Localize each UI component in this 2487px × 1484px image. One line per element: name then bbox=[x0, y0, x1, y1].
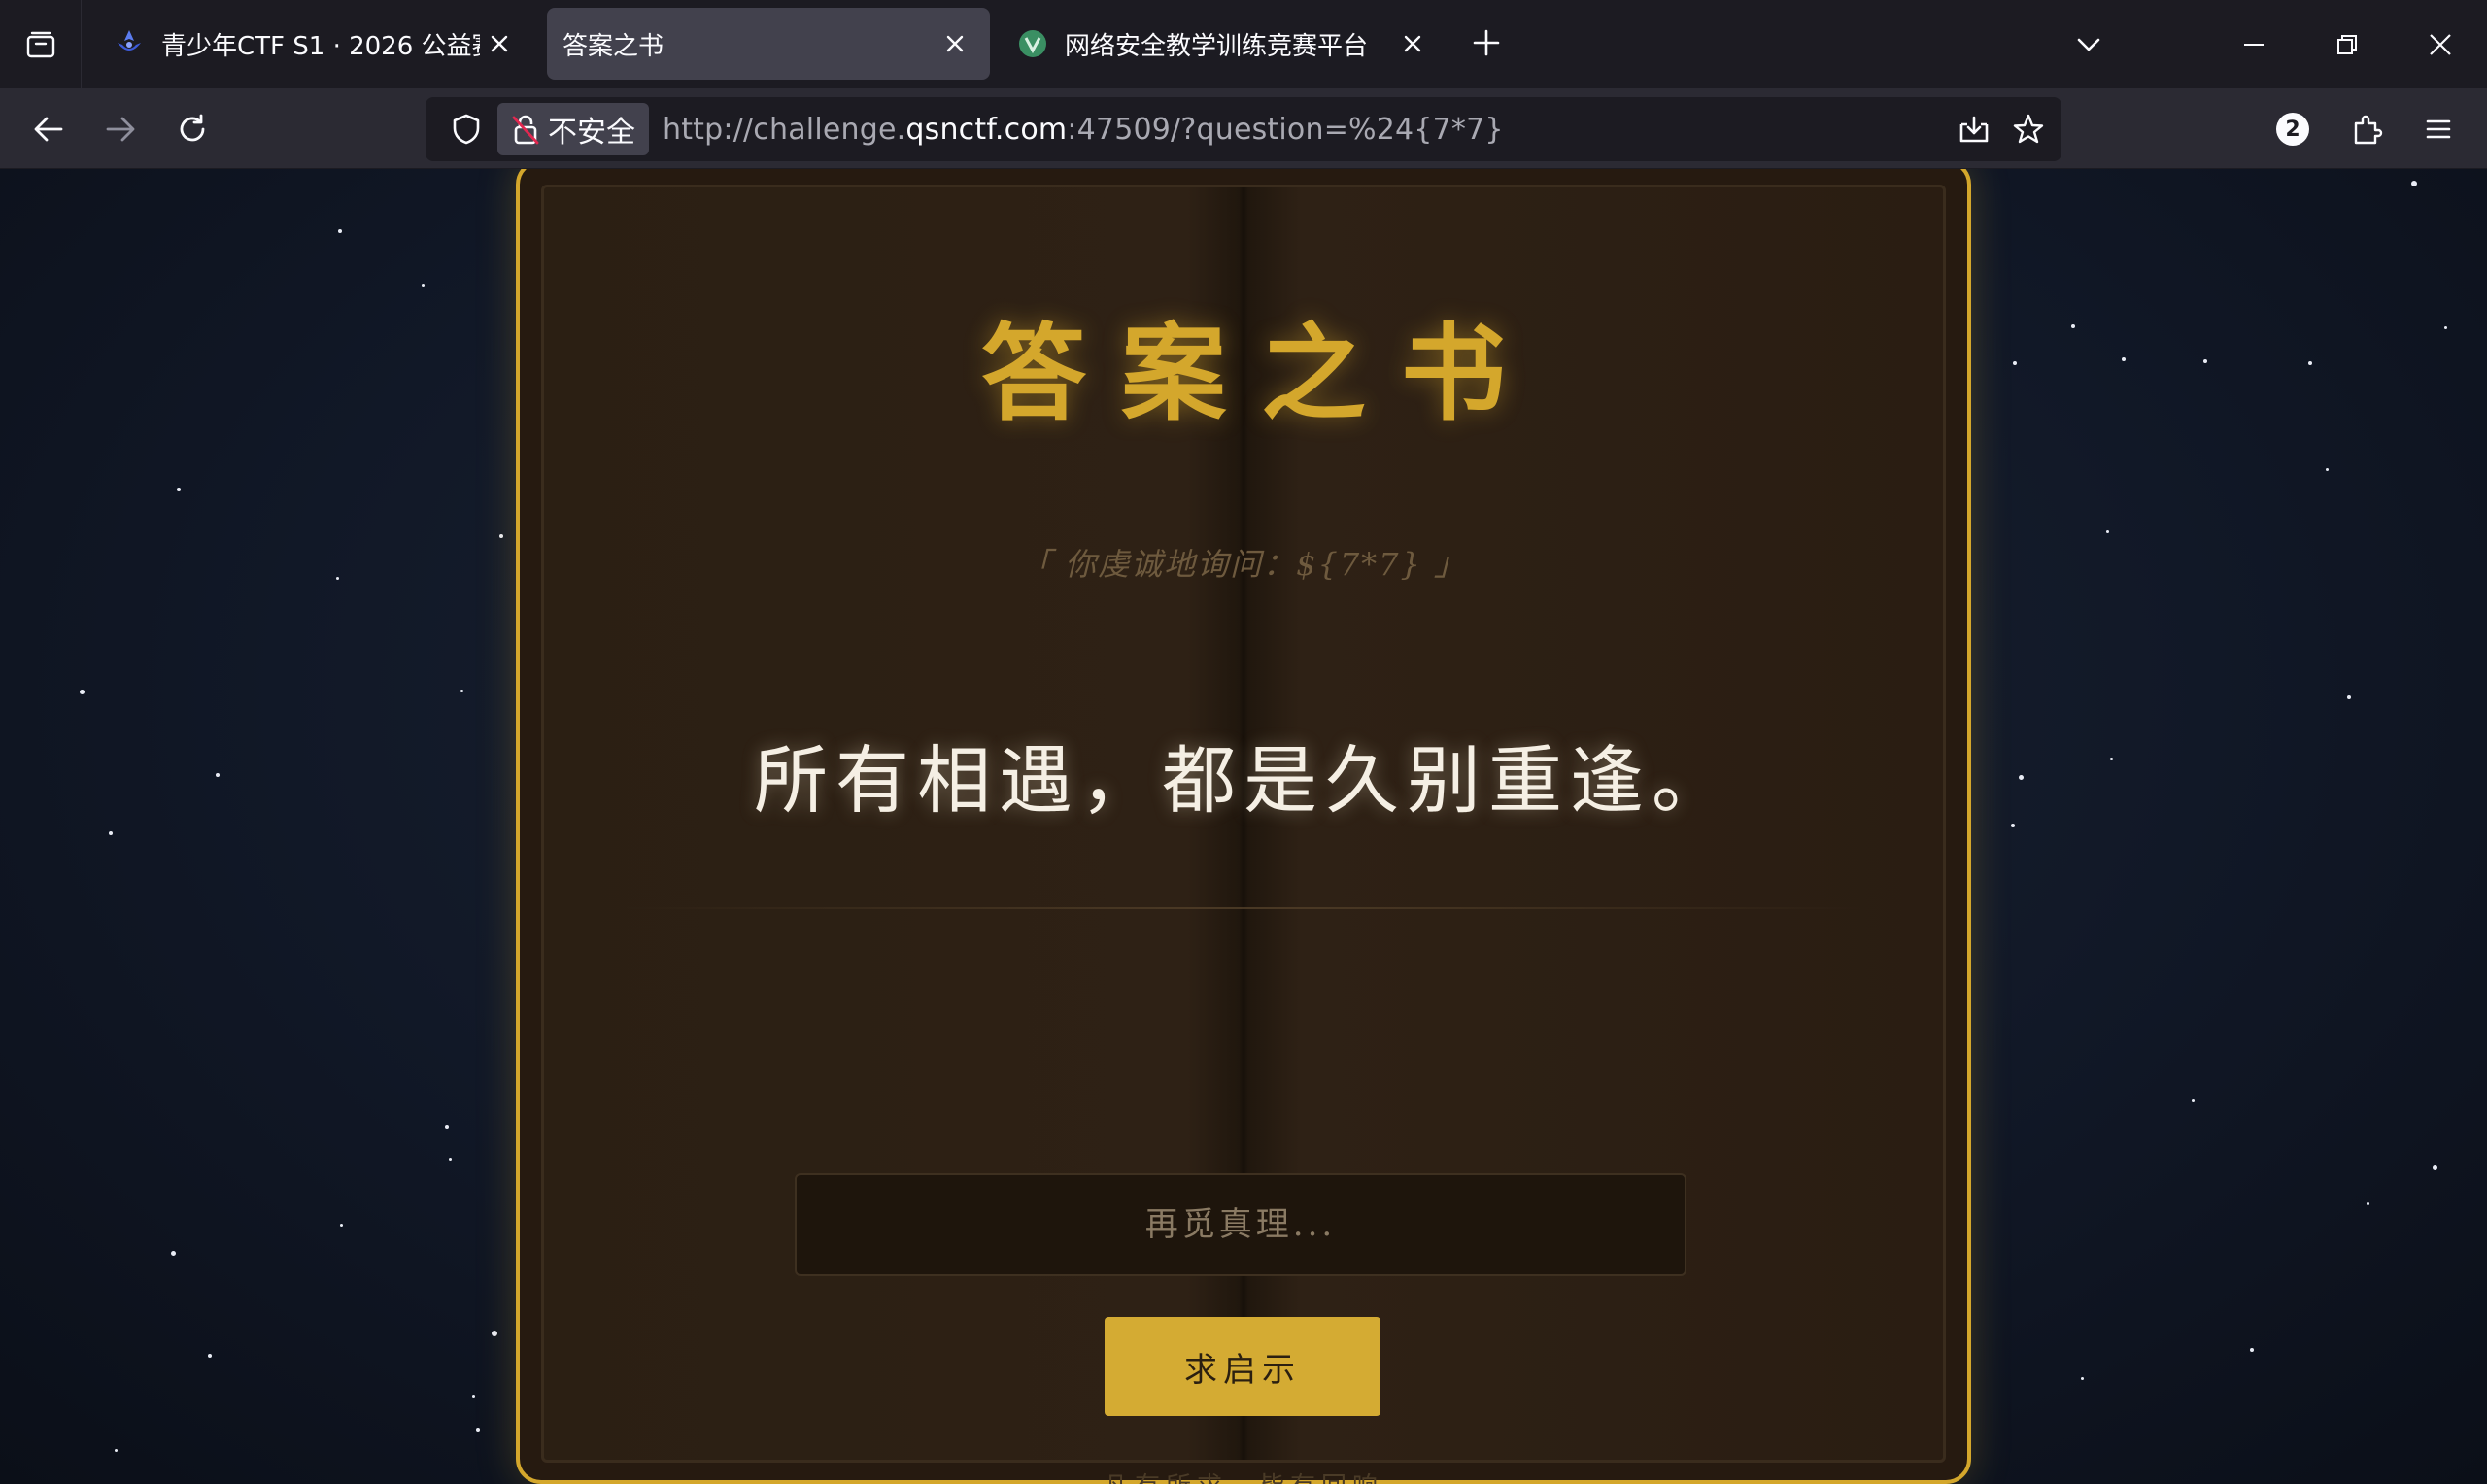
star-decoration bbox=[449, 1158, 452, 1161]
navigation-toolbar: 不安全 http://challenge.qsnctf.com:47509/?q… bbox=[0, 88, 2487, 169]
star-decoration bbox=[2071, 324, 2075, 328]
address-bar[interactable]: 不安全 http://challenge.qsnctf.com:47509/?q… bbox=[426, 97, 2061, 161]
download-tray-icon bbox=[1959, 116, 1989, 143]
question-input[interactable] bbox=[795, 1173, 1686, 1276]
not-secure-label: 不安全 bbox=[548, 116, 635, 150]
star-icon bbox=[2013, 114, 2044, 144]
star-decoration bbox=[445, 1125, 449, 1129]
broken-lock-icon bbox=[512, 115, 539, 145]
star-decoration bbox=[2081, 1377, 2084, 1380]
chevron-down-icon bbox=[2077, 38, 2100, 51]
star-decoration bbox=[2013, 361, 2017, 365]
hamburger-menu-icon bbox=[2426, 119, 2451, 139]
minimize-icon bbox=[2244, 44, 2264, 46]
shield-icon bbox=[453, 114, 480, 145]
tab-overview-icon bbox=[26, 31, 54, 57]
divider bbox=[625, 907, 1862, 909]
star-decoration bbox=[2326, 468, 2329, 471]
url-text[interactable]: http://challenge.qsnctf.com:47509/?quest… bbox=[663, 113, 1504, 147]
arrow-right-icon bbox=[106, 117, 135, 142]
extensions-button[interactable] bbox=[2339, 102, 2394, 156]
star-decoration bbox=[2019, 775, 2024, 780]
star-decoration bbox=[171, 1251, 176, 1256]
vue-logo-icon bbox=[1016, 27, 1049, 60]
account-button[interactable]: 2 bbox=[2266, 102, 2320, 156]
restore-button[interactable] bbox=[2320, 17, 2374, 72]
tab-overview-button[interactable] bbox=[0, 0, 82, 88]
tab-title: 网络安全教学训练竞赛平台 bbox=[1065, 31, 1369, 61]
star-decoration bbox=[2110, 758, 2113, 760]
star-decoration bbox=[2308, 361, 2312, 365]
close-window-button[interactable] bbox=[2413, 17, 2468, 72]
page-viewport: 答案之书 「 你虔诚地询问：${7*7} 」 所有相遇，都是久别重逢。 求启示 … bbox=[0, 169, 2487, 1484]
tab-ctf-event[interactable]: 青少年CTF S1 · 2026 公益赛 bbox=[97, 8, 534, 80]
star-decoration bbox=[460, 690, 463, 692]
reload-button[interactable] bbox=[165, 102, 220, 156]
star-decoration bbox=[340, 1224, 343, 1227]
minimize-button[interactable] bbox=[2227, 17, 2281, 72]
footer-note: —— 凡有所求，皆有回响 —— bbox=[0, 1467, 2487, 1484]
star-decoration bbox=[80, 690, 85, 694]
star-decoration bbox=[2203, 359, 2207, 363]
url-host: qsnctf.com bbox=[905, 112, 1068, 147]
ctf-logo-icon bbox=[113, 27, 146, 60]
star-decoration bbox=[336, 577, 339, 580]
tab-title: 青少年CTF S1 · 2026 公益赛 bbox=[161, 31, 480, 61]
forward-button[interactable] bbox=[93, 102, 148, 156]
url-prefix: http://challenge. bbox=[663, 112, 906, 147]
star-decoration bbox=[2367, 1202, 2369, 1205]
save-page-button[interactable] bbox=[1947, 102, 2001, 156]
star-decoration bbox=[422, 284, 425, 287]
new-tab-button[interactable] bbox=[1465, 21, 1508, 64]
star-decoration bbox=[208, 1354, 212, 1358]
star-decoration bbox=[2192, 1099, 2195, 1102]
reload-icon bbox=[180, 114, 205, 142]
star-decoration bbox=[2011, 824, 2015, 827]
star-decoration bbox=[492, 1331, 497, 1336]
star-decoration bbox=[2106, 530, 2109, 533]
tab-book-of-answers[interactable]: 答案之书 bbox=[547, 8, 990, 80]
star-decoration bbox=[177, 488, 181, 491]
arrow-left-icon bbox=[34, 117, 63, 142]
notification-badge: 2 bbox=[2276, 113, 2309, 146]
tab-training-platform[interactable]: 网络安全教学训练竞赛平台 bbox=[1001, 8, 1448, 80]
url-suffix: :47509/?question=%24{7*7} bbox=[1067, 112, 1504, 147]
answer-book-card: 答案之书 「 你虔诚地询问：${7*7} 」 所有相遇，都是久别重逢。 bbox=[516, 169, 1971, 1484]
list-all-tabs-button[interactable] bbox=[2061, 17, 2116, 72]
star-decoration bbox=[216, 773, 220, 777]
tracking-protection-button[interactable] bbox=[437, 97, 495, 161]
star-decoration bbox=[476, 1428, 480, 1432]
star-decoration bbox=[2444, 326, 2447, 329]
tab-title: 答案之书 bbox=[562, 31, 664, 61]
star-decoration bbox=[472, 1395, 475, 1398]
star-decoration bbox=[499, 534, 503, 538]
close-tab-icon[interactable] bbox=[936, 24, 974, 63]
star-decoration bbox=[115, 1449, 118, 1452]
star-decoration bbox=[2250, 1348, 2254, 1352]
connection-not-secure-button[interactable]: 不安全 bbox=[497, 103, 649, 155]
page-title: 答案之书 bbox=[980, 313, 1541, 435]
star-decoration bbox=[2122, 357, 2126, 361]
seek-revelation-button[interactable]: 求启示 bbox=[1105, 1317, 1380, 1416]
star-decoration bbox=[2347, 695, 2351, 699]
bookmark-button[interactable] bbox=[2001, 102, 2056, 156]
star-decoration bbox=[2433, 1165, 2437, 1170]
star-decoration bbox=[2411, 181, 2417, 186]
back-button[interactable] bbox=[21, 102, 76, 156]
star-decoration bbox=[338, 229, 342, 233]
close-tab-icon[interactable] bbox=[480, 24, 519, 63]
puzzle-piece-icon bbox=[2354, 115, 2383, 145]
restore-icon bbox=[2337, 35, 2357, 54]
answer-text: 所有相遇，都是久别重逢。 bbox=[754, 737, 1733, 824]
question-echo: 「 你虔诚地询问：${7*7} 」 bbox=[1019, 546, 1468, 583]
plus-icon bbox=[1473, 29, 1500, 56]
close-icon bbox=[2430, 34, 2451, 55]
close-tab-icon[interactable] bbox=[1393, 24, 1432, 63]
app-menu-button[interactable] bbox=[2411, 102, 2466, 156]
star-decoration bbox=[109, 831, 113, 835]
